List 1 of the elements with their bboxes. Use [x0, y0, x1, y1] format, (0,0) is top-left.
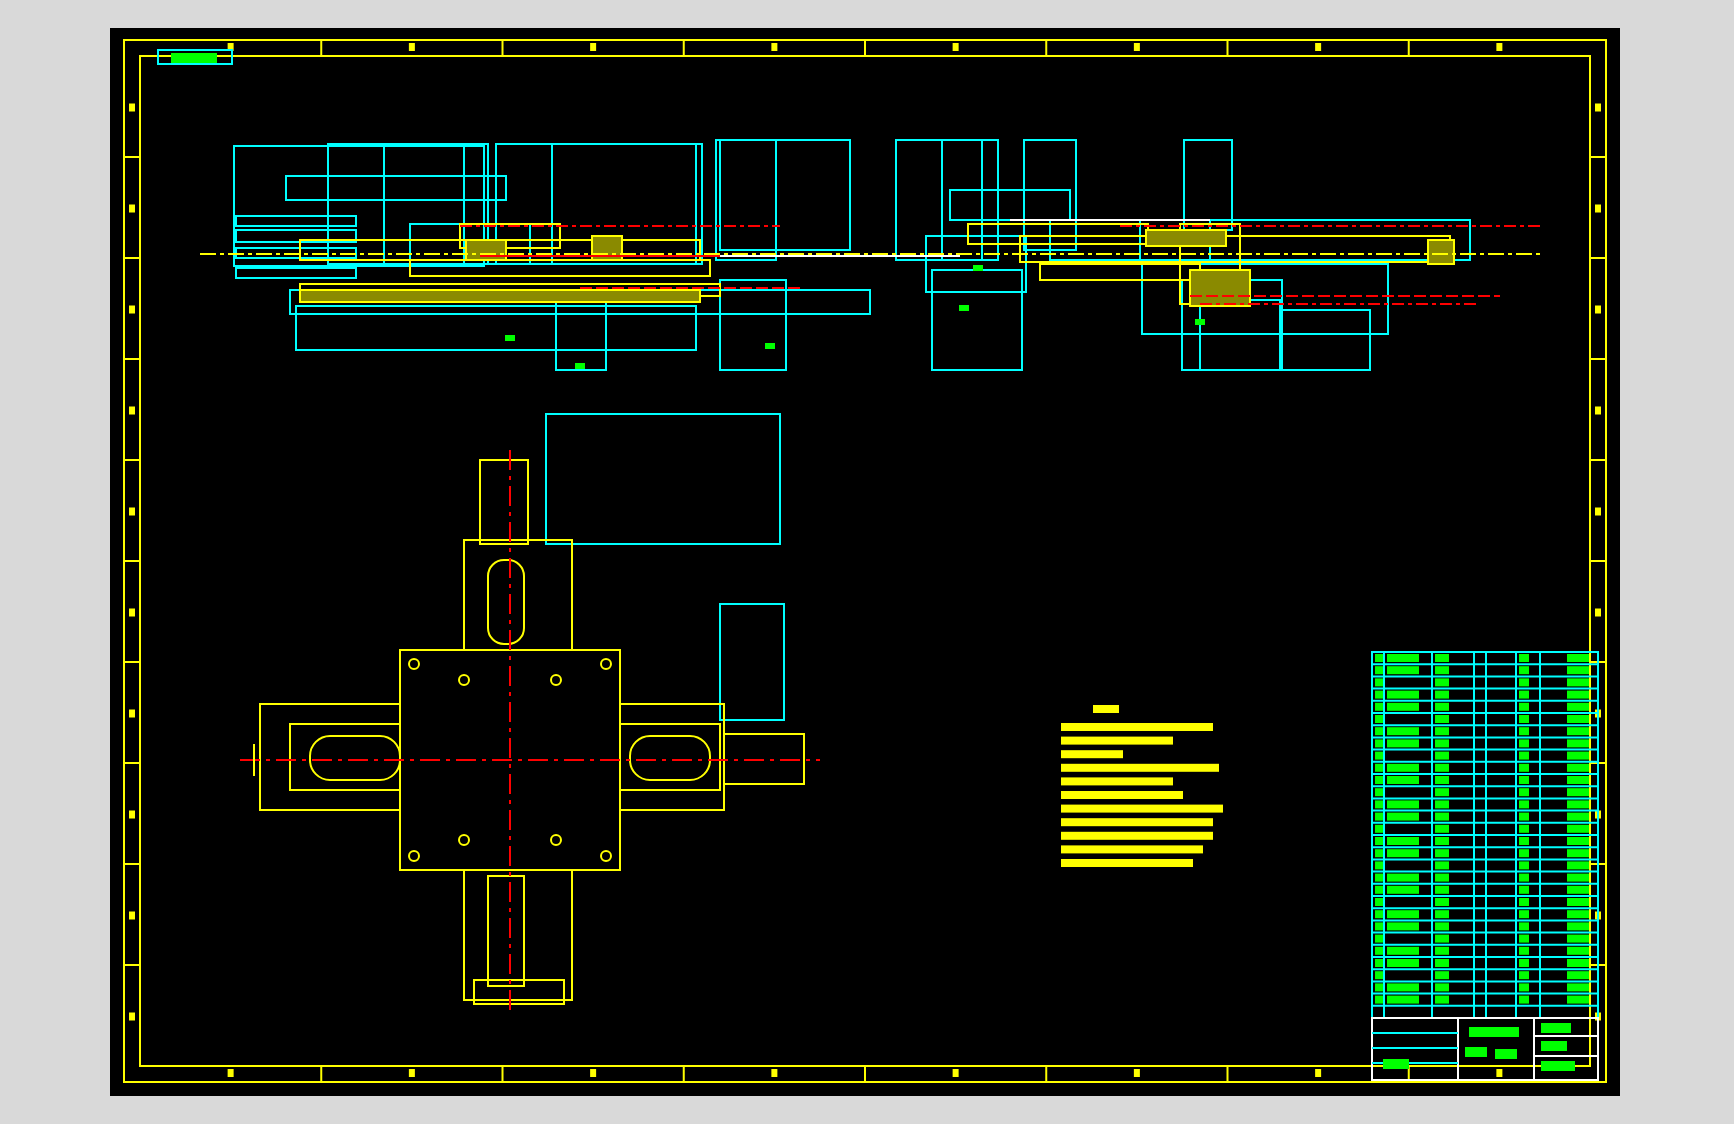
scale-tag-drawing	[157, 49, 233, 65]
